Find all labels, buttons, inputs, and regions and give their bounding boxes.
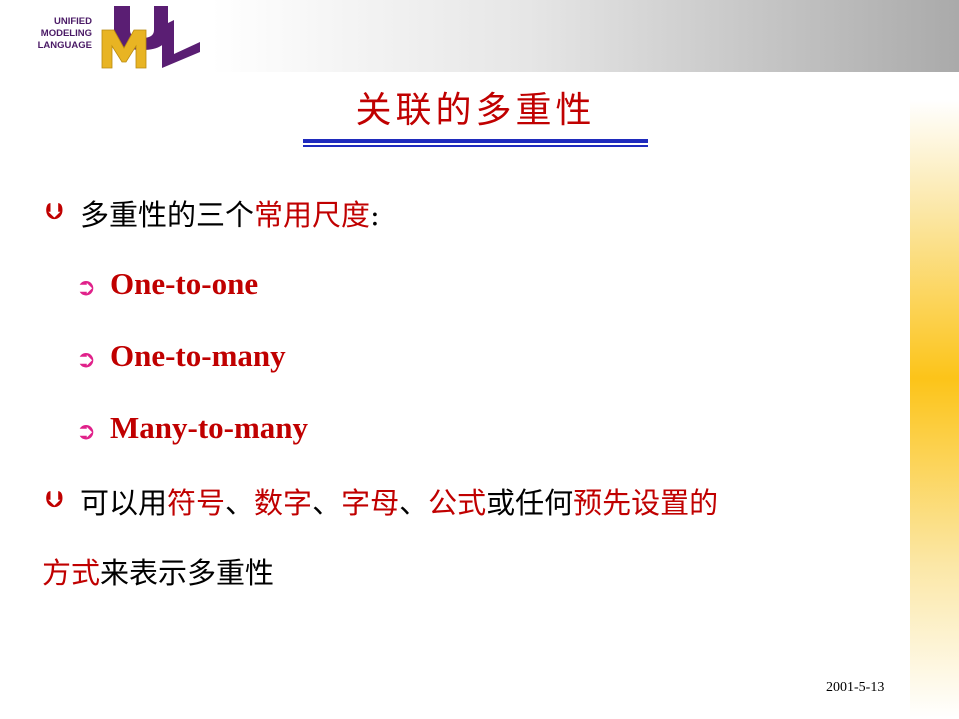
slide-date: 2001-5-13: [826, 680, 885, 695]
logo-l-shape: [162, 20, 200, 68]
highlight-letters: 字母: [341, 486, 400, 520]
uml-logo: UNIFIED MODELING LANGUAGE: [26, 4, 206, 70]
sub-bullet-one-to-many: One-to-many: [110, 338, 286, 373]
uml-logo-icon: [101, 6, 200, 69]
logo-line-unified: UNIFIED: [54, 16, 92, 27]
title-underline-thin: [303, 145, 648, 147]
title-underline-thick: [303, 139, 648, 143]
bullet-2-line-2: 方式来表示多重性: [42, 550, 274, 592]
text-segment: 可以用: [80, 486, 168, 520]
bullet-1: 多重性的三个常用尺度:: [80, 192, 380, 234]
text-segment: 、: [225, 486, 255, 520]
highlight-numbers: 数字: [254, 486, 313, 520]
side-gradient-band: [910, 100, 959, 719]
highlight-symbols: 符号: [167, 486, 226, 520]
highlight-formulas: 公式: [428, 486, 487, 520]
bullet-1-text: 多重性的三个: [80, 198, 255, 232]
bullet-arrow-icon: ⮋: [45, 488, 63, 513]
page-title: 关联的多重性: [355, 90, 596, 131]
logo-line-language: LANGUAGE: [37, 40, 92, 51]
bullet-1-highlight: 常用尺度: [254, 198, 371, 232]
logo-line-modeling: MODELING: [40, 28, 92, 39]
highlight-preset: 预先设置的: [573, 486, 719, 520]
title-underline: [303, 139, 648, 148]
sub-bullet-arrow-icon: ➲: [75, 417, 97, 445]
bullet-1-colon: :: [370, 198, 380, 232]
highlight-method: 方式: [42, 556, 101, 590]
sub-bullet-many-to-many: Many-to-many: [110, 410, 309, 445]
text-segment: 、: [312, 486, 342, 520]
sub-bullet-one-to-one: One-to-one: [110, 266, 259, 301]
bullet-arrow-icon: ⮋: [45, 200, 63, 225]
text-segment: 来表示多重性: [100, 556, 275, 590]
logo-text: UNIFIED MODELING LANGUAGE: [26, 16, 92, 52]
sub-bullet-arrow-icon: ➲: [75, 273, 97, 301]
bullet-2-line-1: 可以用符号、数字、字母、公式或任何预先设置的: [80, 480, 718, 522]
text-segment: 、: [399, 486, 429, 520]
text-segment: 或任何: [486, 486, 574, 520]
sub-bullet-arrow-icon: ➲: [75, 345, 97, 373]
